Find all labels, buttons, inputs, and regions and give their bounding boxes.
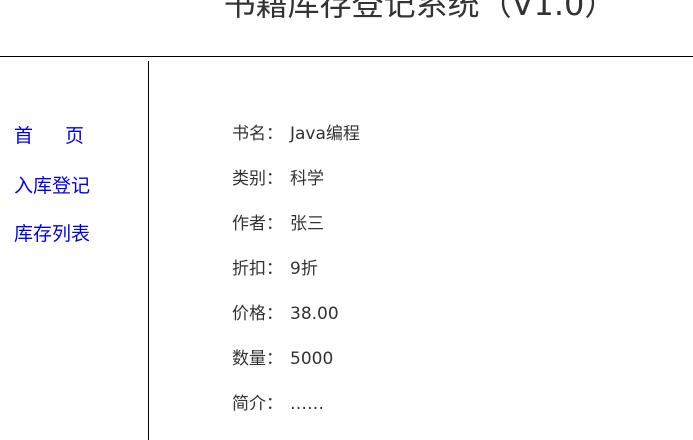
sidebar-item-stock-in[interactable]: 入库登记: [14, 174, 90, 198]
field-value: 38.00: [290, 304, 339, 324]
field-value: ……: [290, 394, 324, 414]
book-detail-panel: 书名： Java编程 类别： 科学 作者： 张三 折扣： 9折 价格： 38.00 数量：…: [149, 61, 693, 440]
sidebar-item-home[interactable]: 首页: [14, 124, 116, 148]
header: 书籍库存登记系统（V1.0）: [0, 0, 693, 57]
detail-row-category: 类别： 科学: [232, 168, 324, 190]
detail-row-quantity: 数量： 5000: [232, 348, 333, 370]
field-label: 价格：: [232, 304, 283, 324]
field-label: 数量：: [232, 349, 283, 369]
field-label: 作者：: [232, 214, 283, 234]
field-label: 简介：: [232, 394, 283, 414]
detail-row-author: 作者： 张三: [232, 213, 324, 235]
detail-row-price: 价格： 38.00: [232, 303, 339, 325]
field-value: 9折: [290, 259, 318, 279]
field-value: Java编程: [290, 124, 360, 144]
detail-row-summary: 简介： ……: [232, 393, 324, 415]
detail-row-title: 书名： Java编程: [232, 123, 360, 145]
field-label: 类别：: [232, 169, 283, 189]
field-label: 折扣：: [232, 259, 283, 279]
detail-row-discount: 折扣： 9折: [232, 258, 318, 280]
field-value: 张三: [290, 214, 324, 234]
sidebar-nav: 首页 入库登记 库存列表: [0, 61, 149, 440]
sidebar-item-inventory-list[interactable]: 库存列表: [14, 222, 90, 246]
page-title: 书籍库存登记系统（V1.0）: [223, 0, 617, 23]
field-label: 书名：: [232, 124, 283, 144]
field-value: 科学: [290, 169, 324, 189]
field-value: 5000: [290, 349, 334, 369]
